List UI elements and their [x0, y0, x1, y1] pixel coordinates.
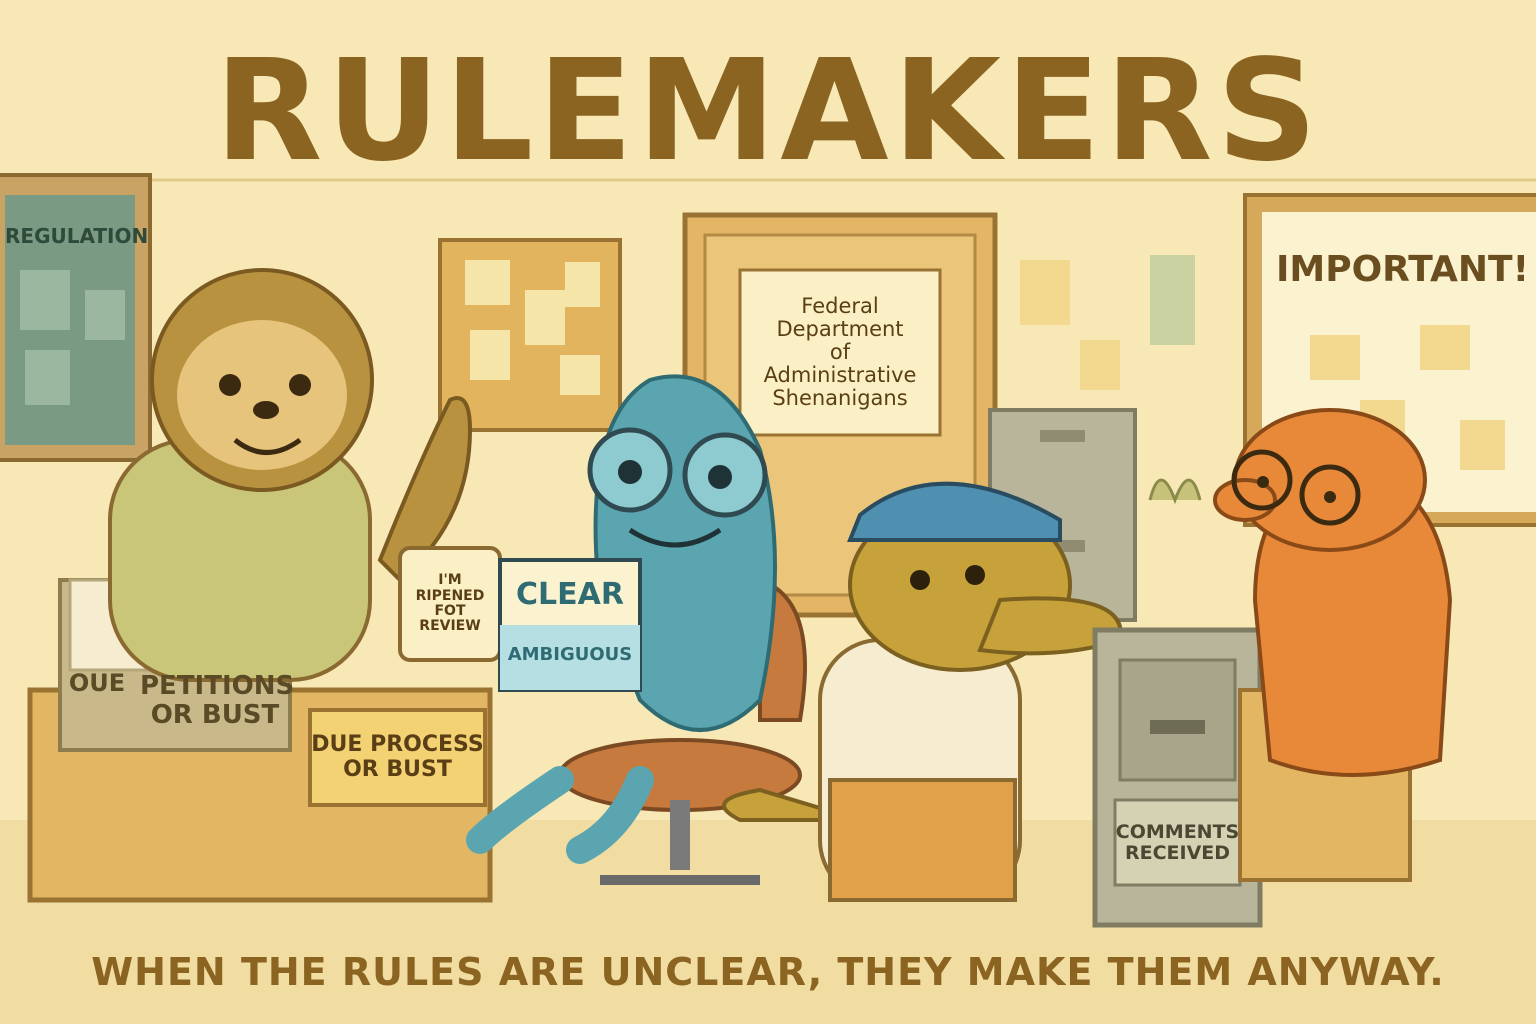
- desk-sign: DUE PROCESS OR BUST: [310, 710, 485, 805]
- cabinet-label-text: COMMENTS RECEIVED: [1115, 820, 1240, 864]
- desk-sign-text: DUE PROCESS OR BUST: [311, 732, 484, 782]
- clear-sign-bottom: AMBIGUOUS: [507, 644, 633, 665]
- bulletin-board-left: [438, 238, 622, 432]
- door-sign-text: Federal Department of Administrative She…: [763, 293, 917, 411]
- poster-tagline: WHEN THE RULES ARE UNCLEAR, THEY MAKE TH…: [91, 950, 1445, 994]
- poster-illustration: RULEMAKERS REGULATION Federal Department…: [0, 0, 1536, 1024]
- cabinet-label: COMMENTS RECEIVED: [1115, 800, 1240, 885]
- regulation-board: [0, 173, 152, 462]
- door-sign: Federal Department of Administrative She…: [740, 270, 940, 435]
- clear-sign-top: CLEAR: [516, 577, 624, 612]
- mug-label: I'M RIPENED FOT REVIEW: [404, 552, 496, 656]
- poster-title: RULEMAKERS: [214, 30, 1322, 193]
- tray-left-label: OUE: [68, 669, 126, 697]
- tray-right-label: PETITIONS OR BUST: [140, 671, 295, 730]
- mug-text: I'M RIPENED FOT REVIEW: [415, 572, 485, 635]
- regulation-board-label: REGULATION: [5, 224, 149, 248]
- important-heading: IMPORTANT!: [1275, 249, 1530, 290]
